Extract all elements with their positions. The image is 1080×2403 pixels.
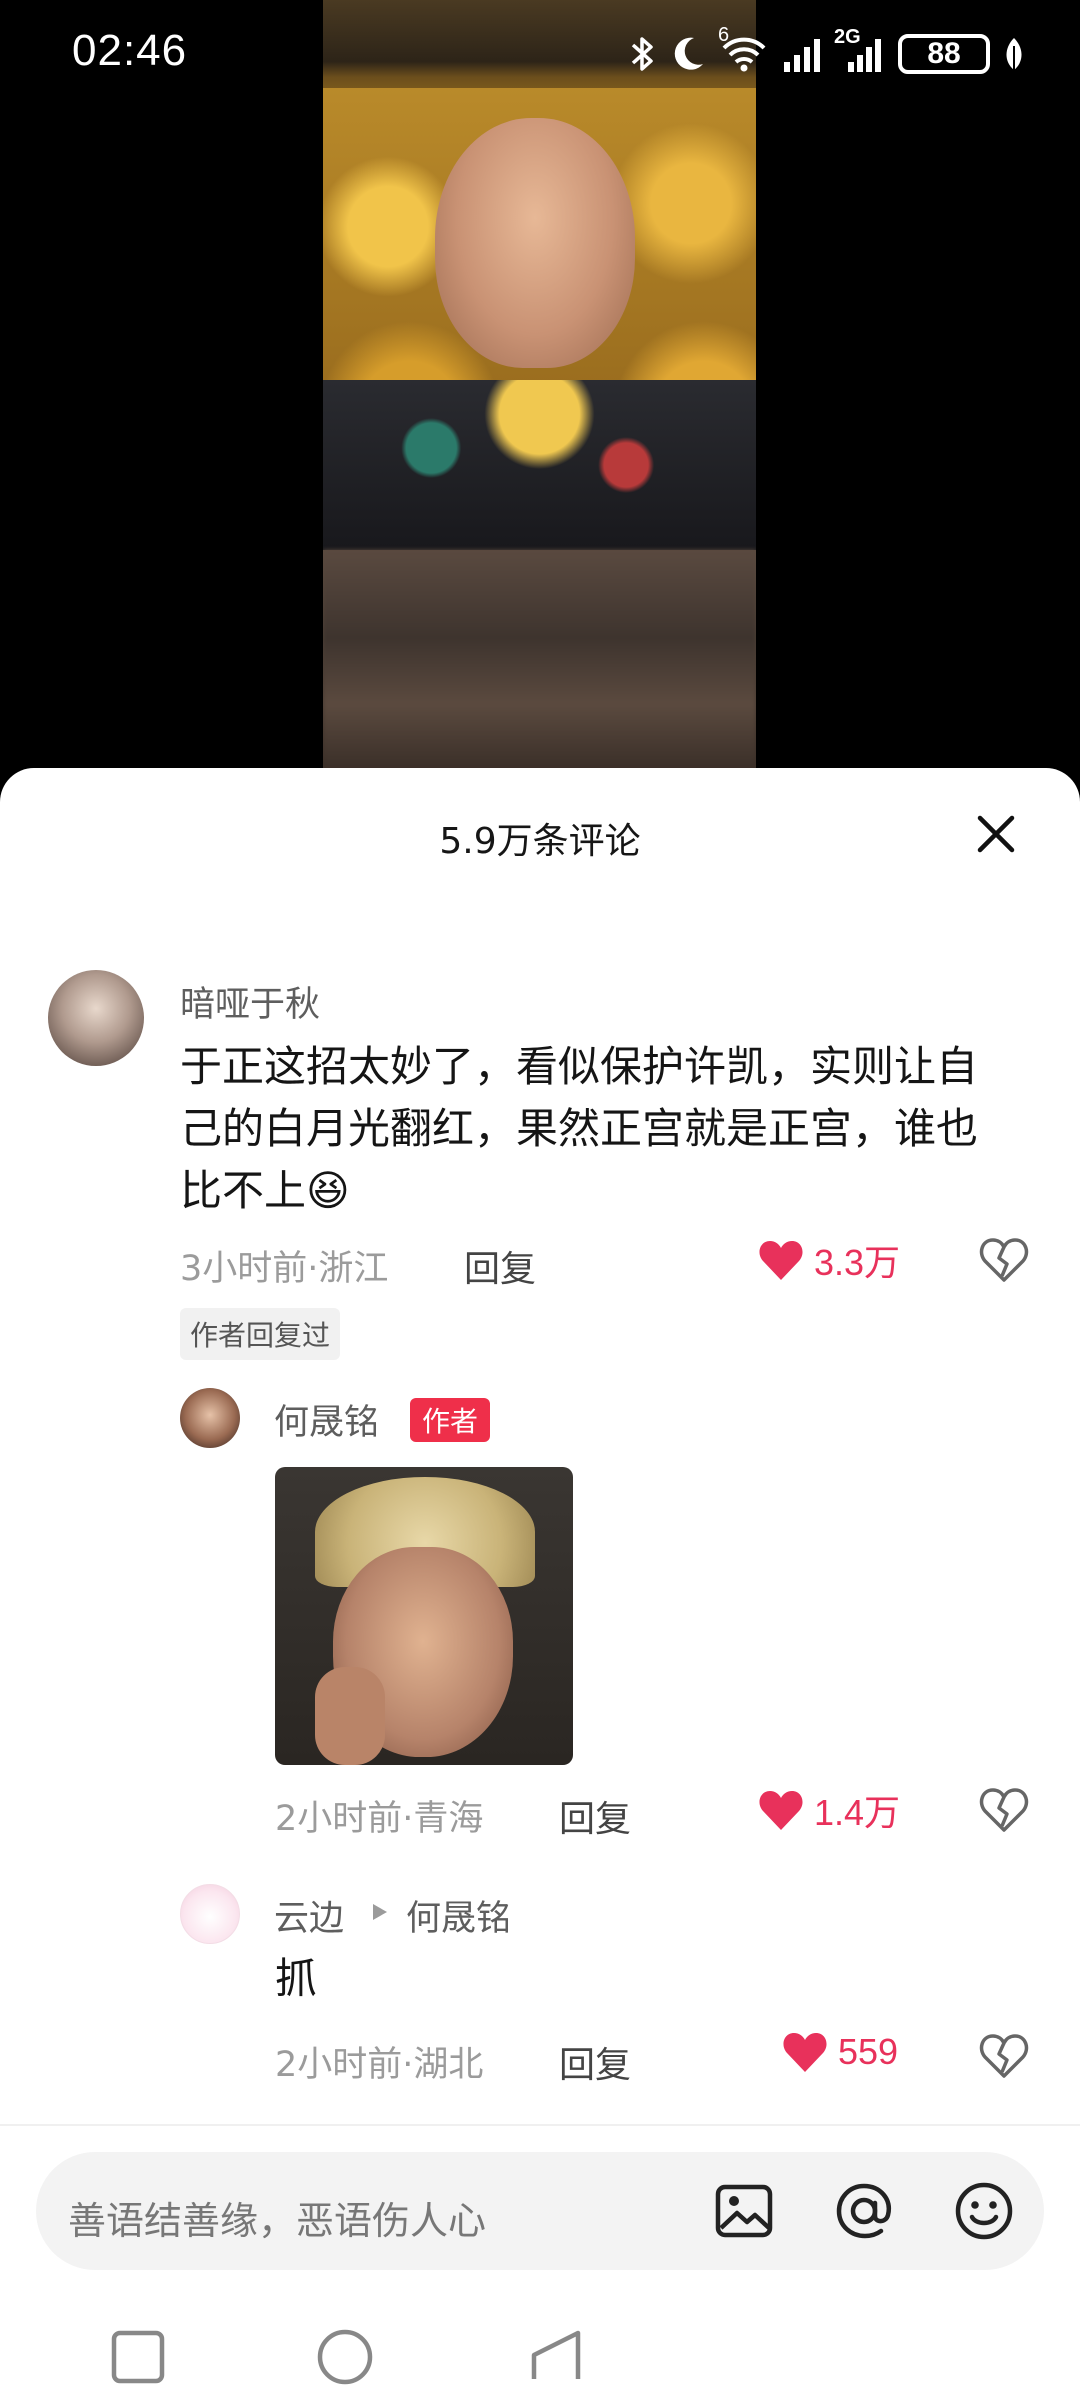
reply-to-username[interactable]: 何晟铭 xyxy=(406,1890,511,1941)
avatar[interactable] xyxy=(180,1884,240,1944)
comment-input-placeholder: 善语结善缘，恶语伤人心 xyxy=(68,2199,487,2243)
avatar[interactable] xyxy=(180,1388,240,1448)
like-button[interactable]: 3.3万 xyxy=(758,1234,900,1286)
signal-icon xyxy=(782,34,826,74)
moon-icon xyxy=(670,34,706,74)
reply-time-location: 2小时前·湖北 xyxy=(275,2045,484,2085)
home-button[interactable] xyxy=(315,2327,375,2387)
dislike-button[interactable] xyxy=(978,1786,1030,1838)
image-button[interactable] xyxy=(712,2179,776,2243)
wifi-icon: 6 xyxy=(718,24,768,74)
comment-input[interactable]: 善语结善缘，恶语伤人心 xyxy=(36,2152,1044,2270)
circle-icon xyxy=(317,2329,373,2385)
reply-time-location: 2小时前·青海 xyxy=(275,1799,484,1839)
broken-heart-icon xyxy=(979,1238,1029,1282)
dislike-button[interactable] xyxy=(978,2032,1030,2084)
reply-username[interactable]: 云边 xyxy=(274,1890,344,1941)
status-time: 02:46 xyxy=(72,26,188,75)
reply-username[interactable]: 何晟铭 xyxy=(274,1394,379,1445)
bluetooth-icon xyxy=(630,34,656,74)
reply-button[interactable]: 回复 xyxy=(559,1790,631,1842)
like-count: 3.3万 xyxy=(814,1242,901,1283)
video-thumbnail xyxy=(323,0,756,770)
comment-text-line-1: 于正这招太妙了，看似保护许凯，实则让自 xyxy=(180,1042,979,1091)
close-icon xyxy=(977,815,1015,853)
comment-text-line-3: 比不上😆 xyxy=(180,1166,350,1215)
mention-button[interactable] xyxy=(832,2179,896,2243)
emoji-button[interactable] xyxy=(952,2179,1016,2243)
square-icon xyxy=(111,2330,165,2384)
reply-image[interactable] xyxy=(275,1467,573,1765)
leaf-icon xyxy=(1004,36,1024,72)
like-count: 559 xyxy=(838,2031,899,2072)
at-icon xyxy=(836,2183,892,2239)
broken-heart-icon xyxy=(979,2034,1029,2078)
video-player[interactable] xyxy=(0,0,1080,770)
wifi-label: 6 xyxy=(718,24,730,46)
reply-arrow-icon xyxy=(373,1904,387,1920)
recents-button[interactable] xyxy=(108,2327,168,2387)
network-label: 2G xyxy=(834,26,861,48)
reply-text: 抓 xyxy=(275,1954,318,2003)
image-icon xyxy=(715,2184,773,2238)
author-replied-tag: 作者回复过 xyxy=(180,1308,341,1360)
reply-button[interactable]: 回复 xyxy=(464,1240,536,1292)
comment-text-line-2: 己的白月光翻红，果然正宫就是正宫，谁也 xyxy=(180,1104,979,1153)
system-nav-bar xyxy=(0,2303,1080,2403)
reply-button[interactable]: 回复 xyxy=(559,2036,631,2088)
emoji-icon xyxy=(955,2182,1013,2240)
signal-2g-icon: 2G xyxy=(834,26,884,74)
author-badge: 作者 xyxy=(410,1398,491,1442)
comments-count-title: 5.9万条评论 xyxy=(439,821,641,862)
like-count: 1.4万 xyxy=(814,1792,901,1833)
comment-time-location: 3小时前·浙江 xyxy=(180,1249,389,1289)
close-button[interactable] xyxy=(966,804,1026,864)
back-icon xyxy=(531,2330,581,2379)
heart-icon xyxy=(783,2033,827,2072)
like-button[interactable]: 559 xyxy=(782,2030,898,2074)
divider xyxy=(0,2124,1080,2126)
back-button[interactable] xyxy=(528,2327,588,2387)
battery-icon: 88 xyxy=(898,34,990,74)
avatar[interactable] xyxy=(48,970,144,1066)
heart-icon xyxy=(759,1241,803,1280)
like-button[interactable]: 1.4万 xyxy=(758,1784,900,1836)
comment-username[interactable]: 暗哑于秋 xyxy=(180,976,320,1027)
broken-heart-icon xyxy=(979,1788,1029,1832)
status-bar: 02:46 6 2G 88 xyxy=(0,0,1080,110)
heart-icon xyxy=(759,1791,803,1830)
dislike-button[interactable] xyxy=(978,1236,1030,1288)
